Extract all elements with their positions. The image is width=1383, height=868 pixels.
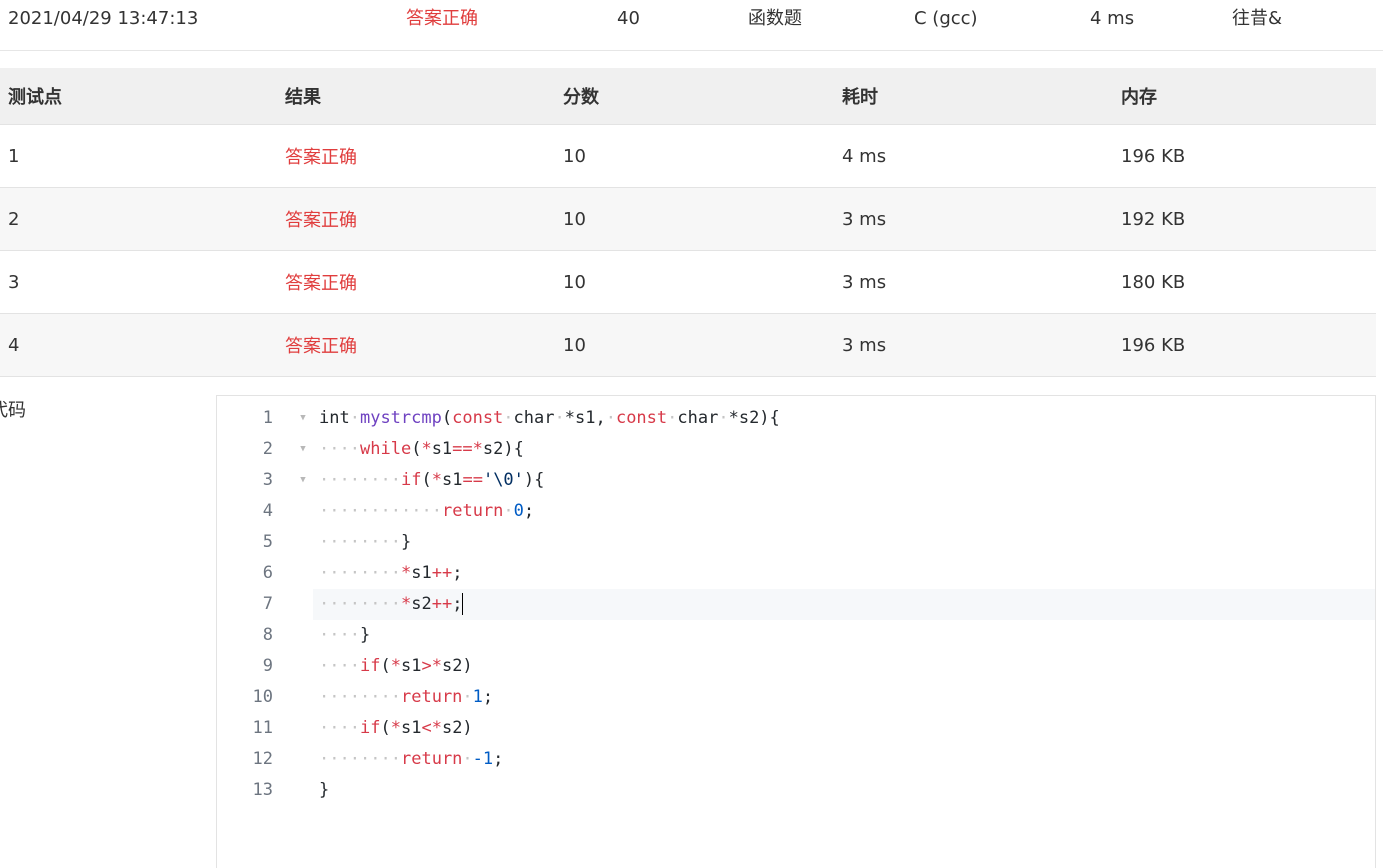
case-result: 答案正确: [285, 336, 357, 357]
case-memory: 192 KB: [1121, 208, 1186, 230]
code-text: ········if(*s1=='\0'){: [319, 470, 545, 490]
code-line[interactable]: 9 ····if(*s1>*s2): [217, 651, 1375, 682]
code-editor[interactable]: 1 ▼ int·mystrcmp(const·char·*s1,·const·cha…: [216, 395, 1376, 868]
code-text: ····}: [319, 625, 371, 645]
code-line[interactable]: 5 ········}: [217, 527, 1375, 558]
code-text: ····if(*s1<*s2): [319, 718, 473, 738]
line-number: 13: [252, 780, 273, 800]
table-row: 1 答案正确 10 4 ms 196 KB: [0, 125, 1376, 188]
line-number: 12: [252, 749, 273, 769]
line-number: 4: [262, 501, 273, 521]
line-number: 1: [262, 408, 273, 428]
case-time: 3 ms: [842, 271, 887, 293]
test-case-table: 测试点 结果 分数 耗时 内存 1 答案正确 10 4 ms 196 KB 2 …: [0, 68, 1376, 377]
case-score: 10: [563, 271, 586, 293]
text-caret: [462, 593, 464, 615]
table-row: 3 答案正确 10 3 ms 180 KB: [0, 251, 1376, 314]
code-line[interactable]: 3 ▼ ········if(*s1=='\0'){: [217, 465, 1375, 496]
code-text: ····if(*s1>*s2): [319, 656, 473, 676]
code-line[interactable]: 7 ········*s2++;: [217, 589, 1375, 620]
compiler-label: C (gcc): [914, 8, 978, 29]
table-row: 2 答案正确 10 3 ms 192 KB: [0, 188, 1376, 251]
case-score: 10: [563, 208, 586, 230]
header-case: 测试点: [8, 87, 62, 108]
line-number: 11: [252, 718, 273, 738]
table-header: 测试点 结果 分数 耗时 内存: [0, 68, 1376, 125]
header-memory: 内存: [1121, 87, 1157, 108]
code-line[interactable]: 8 ····}: [217, 620, 1375, 651]
case-score: 10: [563, 145, 586, 167]
code-section-label: 代码: [0, 400, 26, 421]
submission-cost: 4 ms: [1090, 8, 1135, 29]
code-text: ········}: [319, 532, 412, 552]
header-result: 结果: [285, 87, 321, 108]
submission-status: 答案正确: [406, 8, 478, 29]
code-line[interactable]: 13}: [217, 775, 1375, 806]
case-time: 4 ms: [842, 145, 887, 167]
case-memory: 196 KB: [1121, 145, 1186, 167]
code-text: ····while(*s1==*s2){: [319, 439, 524, 459]
code-line[interactable]: 10 ········return·1;: [217, 682, 1375, 713]
case-id: 3: [8, 271, 20, 293]
submission-summary-row: 2021/04/29 13:47:13 答案正确 40 函数题 C (gcc) …: [0, 0, 1383, 51]
fold-toggle-icon[interactable]: ▼: [297, 465, 309, 496]
case-time: 3 ms: [842, 208, 887, 230]
code-text: ········return·-1;: [319, 749, 504, 769]
line-number: 7: [262, 594, 273, 614]
submitter-name[interactable]: 往昔&: [1232, 8, 1282, 30]
line-number: 6: [262, 563, 273, 583]
code-line[interactable]: 12 ········return·-1;: [217, 744, 1375, 775]
case-id: 2: [8, 208, 20, 230]
case-id: 4: [8, 334, 20, 356]
code-text: }: [319, 780, 330, 800]
code-text: ············return·0;: [319, 501, 535, 521]
case-result: 答案正确: [285, 147, 357, 168]
case-result: 答案正确: [285, 210, 357, 231]
submission-score: 40: [617, 8, 640, 29]
code-line[interactable]: 6 ········*s1++;: [217, 558, 1375, 589]
header-time: 耗时: [842, 87, 878, 108]
code-line[interactable]: 2 ▼ ····while(*s1==*s2){: [217, 434, 1375, 465]
problem-type: 函数题: [748, 8, 802, 29]
line-number: 3: [262, 470, 273, 490]
case-id: 1: [8, 145, 20, 167]
code-line[interactable]: 4 ············return·0;: [217, 496, 1375, 527]
case-memory: 196 KB: [1121, 334, 1186, 356]
code-text: int·mystrcmp(const·char·*s1,·const·char·…: [319, 408, 780, 428]
code-line[interactable]: 11 ····if(*s1<*s2): [217, 713, 1375, 744]
line-number: 10: [252, 687, 273, 707]
fold-toggle-icon[interactable]: ▼: [297, 434, 309, 465]
table-row: 4 答案正确 10 3 ms 196 KB: [0, 314, 1376, 377]
case-score: 10: [563, 334, 586, 356]
line-number: 5: [262, 532, 273, 552]
fold-toggle-icon[interactable]: ▼: [297, 403, 309, 434]
submission-time: 2021/04/29 13:47:13: [8, 8, 199, 29]
case-time: 3 ms: [842, 334, 887, 356]
code-text: ········*s1++;: [319, 563, 463, 583]
case-result: 答案正确: [285, 273, 357, 294]
code-text: ········return·1;: [319, 687, 494, 707]
header-score: 分数: [563, 87, 599, 108]
line-number: 2: [262, 439, 273, 459]
line-number: 8: [262, 625, 273, 645]
case-memory: 180 KB: [1121, 271, 1186, 293]
code-text: ········*s2++;: [313, 589, 1375, 620]
line-number: 9: [262, 656, 273, 676]
code-line[interactable]: 1 ▼ int·mystrcmp(const·char·*s1,·const·cha…: [217, 403, 1375, 434]
submission-detail-page: 2021/04/29 13:47:13 答案正确 40 函数题 C (gcc) …: [0, 0, 1383, 868]
